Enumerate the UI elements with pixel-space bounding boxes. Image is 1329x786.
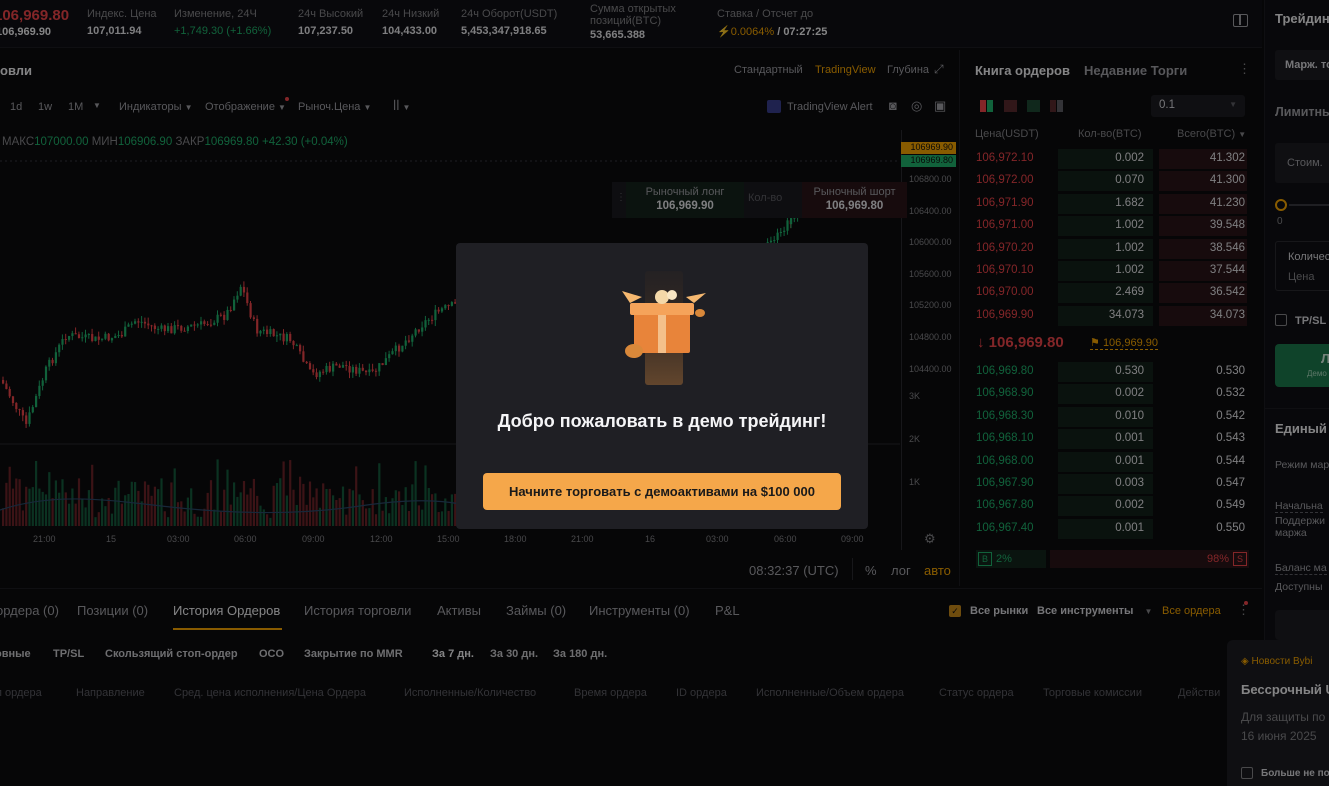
gift-box-icon <box>622 271 706 385</box>
welcome-modal: Добро пожаловать в демо трейдинг! Начнит… <box>456 243 868 529</box>
modal-title: Добро пожаловать в демо трейдинг! <box>497 411 827 431</box>
start-demo-button[interactable]: Начните торговать с демоактивами на $100… <box>483 473 841 510</box>
